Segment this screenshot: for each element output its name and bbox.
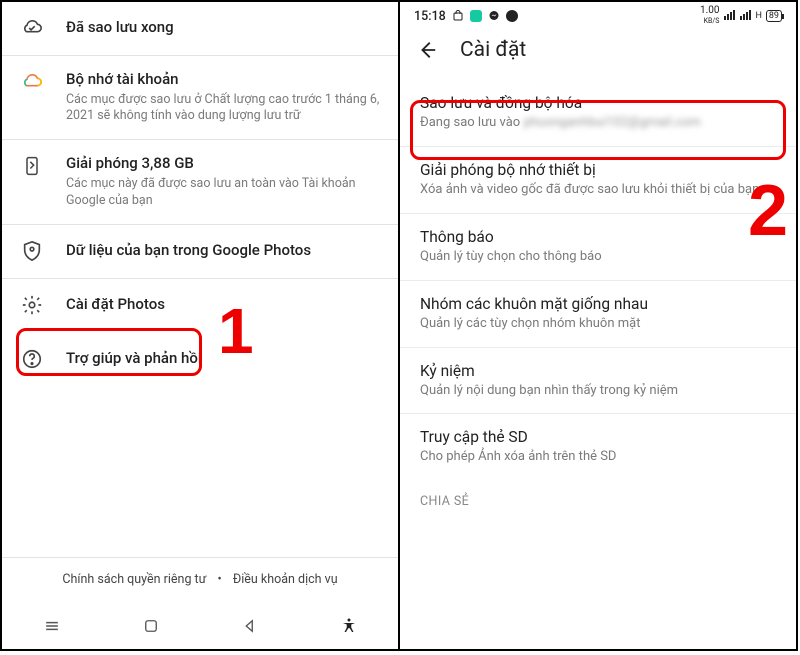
nav-home-icon[interactable] [140,615,162,637]
network-type: H [755,11,761,21]
share-section-label: CHIA SẺ [400,480,796,509]
row-memories[interactable]: Kỷ niệm Quản lý nội dung bạn nhìn thấy t… [400,348,796,415]
memories-title: Kỷ niệm [420,362,776,380]
messenger-icon [488,10,500,22]
nav-back-icon[interactable] [239,615,261,637]
memories-sub: Quản lý nội dung bạn nhìn thấy trong kỷ … [420,383,776,400]
settings-header: Cài đặt [400,28,796,80]
shop-icon [452,10,464,22]
free-device-sub: Xóa ảnh và video gốc đã được sao lưu khỏ… [420,182,776,199]
gear-icon [20,293,44,317]
terms-link[interactable]: Điều khoản dịch vụ [233,572,338,587]
app-badge-icon [470,10,482,22]
sd-sub: Cho phép Ảnh xóa ảnh trên thẻ SD [420,449,776,466]
row-help[interactable]: Trợ giúp và phản hồi [2,333,398,387]
status-bar: 15:18 1.00 KB/S H 89 [400,2,796,28]
backup-sub: Đang sao lưu vào phuonganhbui102@gmail.c… [420,115,776,132]
row-photos-settings[interactable]: Cài đặt Photos [2,279,398,333]
footer-links: Chính sách quyền riêng tư • Điều khoản d… [2,557,398,601]
free-up-sub: Các mục này đã được sao lưu an toàn vào … [66,176,382,210]
faces-sub: Quản lý các tùy chọn nhóm khuôn mặt [420,316,776,333]
help-label: Trợ giúp và phản hồi [66,347,382,369]
free-up-title: Giải phóng 3,88 GB [66,154,382,174]
battery-icon: 89 [766,10,782,22]
notif-sub: Quản lý tùy chọn cho thông báo [420,249,776,266]
help-icon [20,347,44,371]
notif-dot-icon [506,10,518,22]
storage-title: Bộ nhớ tài khoản [66,70,382,90]
row-free-up[interactable]: Giải phóng 3,88 GB Các mục này đã được s… [2,140,398,224]
your-data-label: Dữ liệu của bạn trong Google Photos [66,239,382,261]
back-button[interactable] [414,39,440,61]
status-time: 15:18 [414,9,446,24]
row-backup-done[interactable]: Đã sao lưu xong [2,2,398,56]
row-account-storage[interactable]: Bộ nhớ tài khoản Các mục được sao lưu ở … [2,56,398,140]
row-free-device[interactable]: Giải phóng bộ nhớ thiết bị Xóa ảnh và vi… [400,147,796,214]
row-your-data[interactable]: Dữ liệu của bạn trong Google Photos [2,225,398,279]
net-speed: 1.00 [700,5,720,16]
settings-title: Cài đặt [460,38,526,62]
signal2-icon [739,9,751,24]
right-screenshot: 15:18 1.00 KB/S H 89 Cài đặt Sao lưu [398,0,798,651]
row-notifications[interactable]: Thông báo Quản lý tùy chọn cho thông báo [400,214,796,281]
left-screenshot: Đã sao lưu xong Bộ nhớ tài khoản Các mục… [0,0,400,651]
phone-storage-icon [20,154,44,178]
shield-icon [20,239,44,263]
storage-sub: Các mục được sao lưu ở Chất lượng cao tr… [66,92,382,126]
notif-title: Thông báo [420,228,776,246]
row-backup-sync[interactable]: Sao lưu và đồng bộ hóa Đang sao lưu vào … [400,80,796,147]
nav-accessibility-icon[interactable] [338,615,360,637]
sd-title: Truy cập thẻ SD [420,428,776,446]
free-device-title: Giải phóng bộ nhớ thiết bị [420,161,776,179]
google-cloud-icon [20,70,44,94]
backup-title: Sao lưu và đồng bộ hóa [420,94,776,112]
cloud-check-icon [20,16,44,40]
photos-settings-label: Cài đặt Photos [66,293,382,315]
signal-icon [723,9,735,24]
net-speed-unit: KB/S [704,17,720,25]
row-face-groups[interactable]: Nhóm các khuôn mặt giống nhau Quản lý cá… [400,281,796,348]
nav-recent-icon[interactable] [41,615,63,637]
dot-separator: • [218,572,222,587]
privacy-link[interactable]: Chính sách quyền riêng tư [62,572,206,587]
backup-done-label: Đã sao lưu xong [66,16,382,38]
row-sd-access[interactable]: Truy cập thẻ SD Cho phép Ảnh xóa ảnh trê… [400,414,796,480]
faces-title: Nhóm các khuôn mặt giống nhau [420,295,776,313]
android-navbar [2,603,398,649]
